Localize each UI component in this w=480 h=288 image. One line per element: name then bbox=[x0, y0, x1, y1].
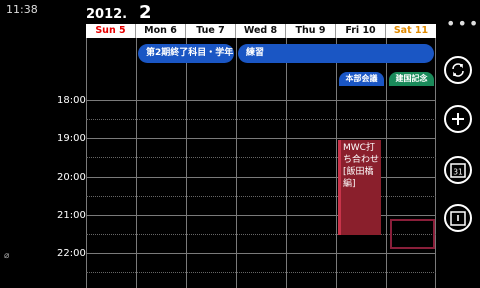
grid-line bbox=[386, 38, 387, 288]
day-header-thu[interactable]: Thu 9 bbox=[286, 24, 336, 38]
grid-line bbox=[86, 177, 436, 178]
grid-line bbox=[86, 272, 436, 273]
grid-line bbox=[86, 119, 436, 120]
time-label-22: 22:00 bbox=[57, 248, 86, 259]
grid-line bbox=[136, 38, 137, 288]
calendar-year: 2012. bbox=[86, 7, 128, 22]
grid-line bbox=[86, 234, 436, 235]
grid-line bbox=[286, 38, 287, 288]
grid-line bbox=[186, 38, 187, 288]
grid-line bbox=[86, 157, 436, 158]
calendar-view-icon bbox=[450, 211, 466, 226]
status-indicator-icon: ⌀ bbox=[4, 251, 10, 261]
sync-button[interactable] bbox=[444, 56, 472, 84]
grid-line bbox=[86, 253, 436, 254]
time-label-18: 18:00 bbox=[57, 95, 86, 106]
allday-event[interactable]: 練習 bbox=[238, 44, 434, 63]
event-title-line: [飯田橋編] bbox=[343, 167, 374, 189]
day-header-sat[interactable]: Sat 11 bbox=[386, 24, 436, 38]
event-title-line: MWC打 bbox=[343, 143, 375, 153]
grid-line bbox=[86, 196, 436, 197]
time-label-19: 19:00 bbox=[57, 133, 86, 144]
sync-icon bbox=[452, 63, 464, 77]
grid-line bbox=[86, 215, 436, 216]
day-header-fri[interactable]: Fri 10 bbox=[336, 24, 386, 38]
day-header-row: Sun 5 Mon 6 Tue 7 Wed 8 Thu 9 Fri 10 Sat… bbox=[86, 24, 436, 38]
grid-line bbox=[86, 100, 436, 101]
event-chip[interactable]: 本部会議 bbox=[339, 72, 384, 86]
calendar-today-icon: 31 bbox=[450, 163, 466, 178]
time-label-20: 20:00 bbox=[57, 172, 86, 183]
time-label-21: 21:00 bbox=[57, 210, 86, 221]
grid-line bbox=[236, 38, 237, 288]
calendar-month: 2 bbox=[139, 2, 152, 23]
day-header-sun[interactable]: Sun 5 bbox=[86, 24, 136, 38]
event-title-line: ち合わせ bbox=[343, 155, 380, 165]
grid-line bbox=[336, 38, 337, 288]
app-bar: ••• 31 bbox=[436, 0, 480, 288]
more-options-icon[interactable]: ••• bbox=[446, 14, 480, 33]
today-button[interactable]: 31 bbox=[444, 156, 472, 184]
status-time: 11:38 bbox=[6, 3, 38, 16]
day-header-mon[interactable]: Mon 6 bbox=[136, 24, 186, 38]
day-header-wed[interactable]: Wed 8 bbox=[236, 24, 286, 38]
add-button[interactable] bbox=[444, 105, 472, 133]
add-icon bbox=[452, 113, 464, 125]
grid-line bbox=[86, 138, 436, 139]
week-calendar: Sun 5 Mon 6 Tue 7 Wed 8 Thu 9 Fri 10 Sat… bbox=[86, 24, 436, 288]
time-slot-selection[interactable] bbox=[390, 219, 435, 249]
day-header-tue[interactable]: Tue 7 bbox=[186, 24, 236, 38]
view-button[interactable] bbox=[444, 204, 472, 232]
allday-event[interactable]: 第2期終了科目・学年 bbox=[138, 44, 234, 63]
timed-event[interactable]: MWC打 ち合わせ [飯田橋編] bbox=[338, 140, 381, 235]
svg-text:31: 31 bbox=[453, 168, 463, 177]
grid-line bbox=[86, 38, 87, 288]
event-chip[interactable]: 建国記念 bbox=[389, 72, 434, 86]
